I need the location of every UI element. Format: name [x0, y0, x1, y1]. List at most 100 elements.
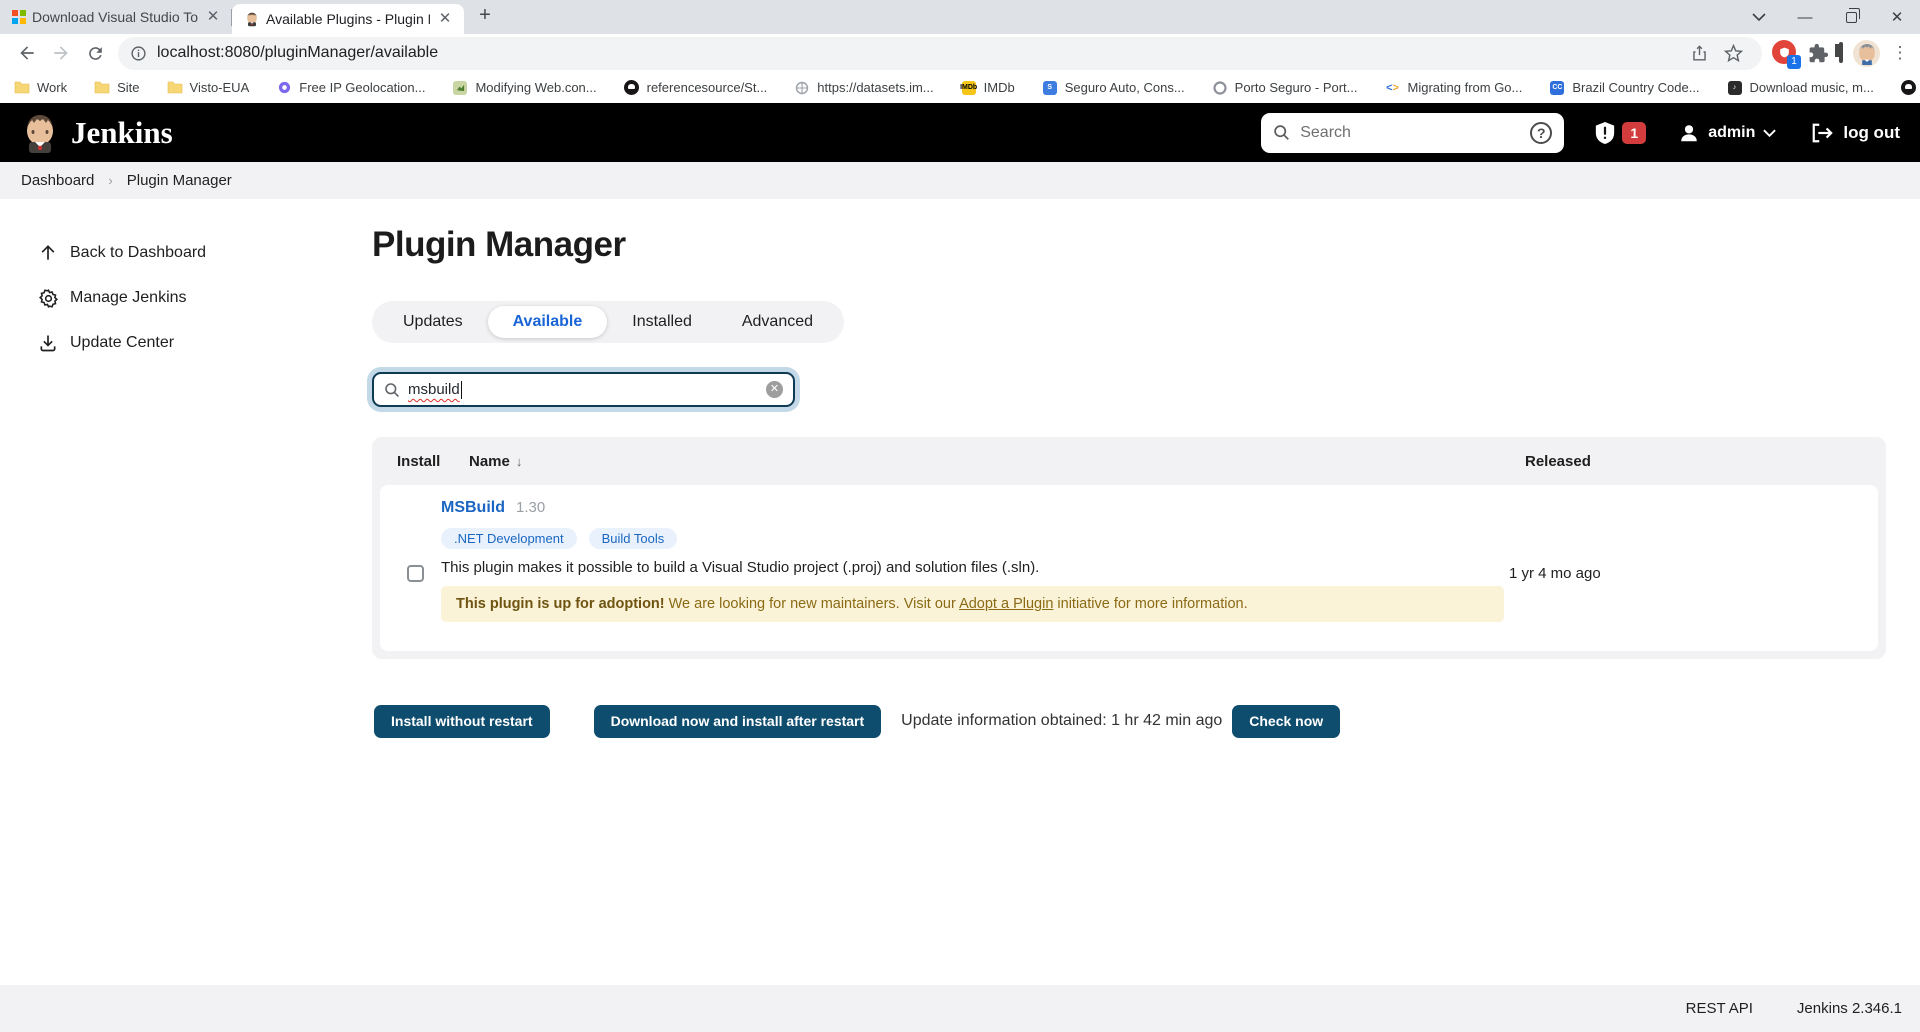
plugin-manager-tabs: Updates Available Installed Advanced	[372, 301, 844, 343]
column-header-released: Released	[1525, 453, 1886, 470]
header-search-box[interactable]: Search ?	[1261, 113, 1564, 153]
extensions-puzzle-icon[interactable]	[1808, 43, 1829, 64]
jenkins-home-link[interactable]: Jenkins	[20, 112, 173, 154]
window-restore-button[interactable]	[1828, 0, 1874, 34]
adopt-a-plugin-link[interactable]: Adopt a Plugin	[959, 596, 1053, 612]
sidebar-item-update-center[interactable]: Update Center	[37, 328, 340, 358]
tab-close-icon[interactable]: ✕	[436, 10, 454, 28]
tab-updates[interactable]: Updates	[378, 306, 488, 338]
bookmark-geolocation[interactable]: Free IP Geolocation...	[276, 80, 425, 96]
tab-advanced[interactable]: Advanced	[717, 306, 838, 338]
bookmark-brazil-codes[interactable]: CCBrazil Country Code...	[1549, 80, 1699, 96]
code-icon: <>	[1385, 80, 1401, 96]
bookmark-download-music[interactable]: ♪Download music, m...	[1727, 80, 1874, 96]
action-bar: Install without restart Download now and…	[374, 704, 1340, 738]
install-without-restart-button[interactable]: Install without restart	[374, 705, 550, 738]
new-tab-button[interactable]: +	[472, 3, 498, 29]
search-placeholder: Search	[1300, 124, 1530, 142]
jenkins-header: Jenkins Search ? 1 admin log out	[0, 103, 1920, 162]
breadcrumb-plugin-manager[interactable]: Plugin Manager	[127, 172, 232, 189]
tab-installed[interactable]: Installed	[607, 306, 717, 338]
pin-icon	[276, 80, 292, 96]
sidebar-item-back-to-dashboard[interactable]: Back to Dashboard	[37, 238, 340, 268]
page-icon	[452, 80, 468, 96]
download-icon	[37, 332, 59, 354]
reload-button[interactable]	[78, 36, 112, 70]
tab-available[interactable]: Available	[488, 306, 608, 338]
bookmark-visto-eua[interactable]: Visto-EUA	[167, 80, 250, 96]
window-menu-chevron-icon[interactable]	[1736, 0, 1782, 34]
tag-build-tools[interactable]: Build Tools	[589, 528, 678, 549]
browser-tab-2-active[interactable]: Available Plugins - Plugin Manag ✕	[232, 4, 464, 34]
bookmark-work[interactable]: Work	[14, 80, 67, 96]
tab-close-icon[interactable]: ✕	[204, 8, 222, 26]
window-minimize-button[interactable]: —	[1782, 0, 1828, 34]
install-checkbox[interactable]	[407, 565, 424, 582]
side-panel-icon[interactable]	[1839, 44, 1843, 62]
github-icon	[1901, 80, 1917, 96]
security-warnings-button[interactable]: 1	[1594, 121, 1646, 145]
plugin-filter-input[interactable]: msbuild ✕	[372, 372, 795, 407]
url-text[interactable]: localhost:8080/pluginManager/available	[157, 44, 1682, 62]
bookmark-imdb[interactable]: IMDbIMDb	[961, 80, 1015, 96]
bookmark-curated[interactable]: curated-programmi...	[1901, 80, 1920, 96]
sidebar-item-manage-jenkins[interactable]: Manage Jenkins	[37, 283, 340, 313]
music-icon: ♪	[1727, 80, 1743, 96]
back-button[interactable]	[10, 36, 44, 70]
arrow-up-icon	[37, 242, 59, 264]
browser-tab-1[interactable]: Download Visual Studio Tools - In ✕	[0, 0, 232, 34]
tag-dotnet-development[interactable]: .NET Development	[441, 528, 577, 549]
folder-icon	[14, 80, 30, 96]
plugin-name-link[interactable]: MSBuild	[441, 499, 505, 517]
sort-descending-icon[interactable]: ↓	[516, 454, 523, 469]
bookmarks-bar: Work Site Visto-EUA Free IP Geolocation.…	[0, 72, 1920, 103]
update-info-status: Update information obtained: 1 hr 42 min…	[901, 712, 1222, 730]
plugin-description: This plugin makes it possible to build a…	[441, 559, 1510, 576]
column-header-name[interactable]: Name	[469, 453, 510, 470]
url-bar[interactable]: localhost:8080/pluginManager/available	[118, 37, 1762, 70]
text-caret	[461, 381, 463, 399]
bookmark-porto-seguro[interactable]: Porto Seguro - Port...	[1212, 80, 1358, 96]
jenkins-favicon-icon	[244, 11, 260, 27]
column-header-install: Install	[397, 453, 443, 470]
sidebar: Back to Dashboard Manage Jenkins Update …	[0, 199, 340, 373]
page-title: Plugin Manager	[372, 225, 626, 265]
clear-filter-icon[interactable]: ✕	[766, 381, 783, 398]
forward-button[interactable]	[44, 36, 78, 70]
globe-icon	[794, 80, 810, 96]
search-help-icon[interactable]: ?	[1530, 122, 1552, 144]
profile-avatar[interactable]	[1853, 40, 1880, 67]
logout-button[interactable]: log out	[1810, 122, 1900, 144]
user-name: admin	[1708, 124, 1755, 142]
sidebar-item-label: Update Center	[70, 334, 174, 352]
tab-title: Download Visual Studio Tools - In	[32, 9, 198, 25]
adoption-tail: initiative for more information.	[1053, 596, 1247, 612]
bookmark-migrating[interactable]: <>Migrating from Go...	[1385, 80, 1523, 96]
breadcrumb-dashboard[interactable]: Dashboard	[21, 172, 94, 189]
check-now-button[interactable]: Check now	[1232, 705, 1340, 738]
available-plugins-table: Install Name ↓ Released MSBuild 1.30 .NE…	[372, 437, 1886, 659]
chrome-menu-icon[interactable]: ⋮	[1890, 43, 1910, 63]
sidebar-item-label: Manage Jenkins	[70, 289, 187, 307]
bookmark-referencesource[interactable]: referencesource/St...	[624, 80, 768, 96]
user-menu[interactable]: admin	[1678, 122, 1776, 144]
bookmark-star-icon[interactable]	[1716, 36, 1750, 70]
bookmark-modifying-web[interactable]: Modifying Web.con...	[452, 80, 596, 96]
plugin-released-date: 1 yr 4 mo ago	[1509, 565, 1601, 582]
bookmark-site[interactable]: Site	[94, 80, 139, 96]
microsoft-logo-icon	[12, 10, 26, 24]
jenkins-version: Jenkins 2.346.1	[1797, 1000, 1902, 1017]
tab-title: Available Plugins - Plugin Manag	[266, 11, 430, 27]
adoption-notice: This plugin is up for adoption! We are l…	[441, 586, 1504, 622]
download-install-after-restart-button[interactable]: Download now and install after restart	[594, 705, 882, 738]
window-close-button[interactable]: ✕	[1874, 0, 1920, 34]
user-icon	[1678, 122, 1700, 144]
logout-label: log out	[1843, 123, 1900, 143]
share-icon[interactable]	[1682, 36, 1716, 70]
jenkins-brand-text: Jenkins	[71, 115, 173, 151]
bookmark-seguro-auto[interactable]: SSeguro Auto, Cons...	[1042, 80, 1185, 96]
rest-api-link[interactable]: REST API	[1686, 1000, 1753, 1017]
site-info-icon[interactable]	[130, 45, 147, 62]
bookmark-datasets[interactable]: https://datasets.im...	[794, 80, 933, 96]
extension-ublock-icon[interactable]: 1	[1772, 40, 1798, 66]
